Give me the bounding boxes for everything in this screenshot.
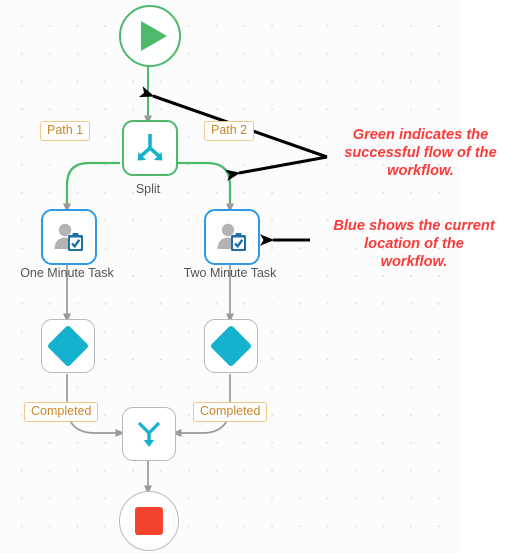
node-start[interactable]: [119, 5, 181, 67]
annotation-green-line-1: Green indicates the: [352, 127, 489, 143]
start-circle[interactable]: [119, 5, 181, 67]
edge-label-completed-right[interactable]: Completed: [193, 402, 268, 423]
join-box[interactable]: [122, 407, 176, 461]
annotation-blue-line-2: location of the: [364, 236, 464, 252]
annotation-green-line-3: workflow.: [387, 163, 454, 179]
annotation-green-note: Green indicates the successful flow of t…: [328, 126, 513, 180]
annotation-blue-note: Blue shows the current location of the w…: [318, 217, 510, 271]
diamond-icon: [209, 324, 253, 368]
edge-label-path-2[interactable]: Path 2: [204, 121, 255, 142]
node-join[interactable]: [122, 407, 176, 461]
node-label-task-right: Two Minute Task: [183, 266, 277, 280]
annotation-blue-line-3: workflow.: [380, 254, 448, 270]
node-split[interactable]: [122, 120, 178, 176]
node-decision-left[interactable]: [41, 319, 95, 373]
user-task-icon: [54, 223, 83, 251]
node-label-split: Split: [135, 182, 161, 196]
node-decision-right[interactable]: [204, 319, 258, 373]
join-arrows-icon: [137, 421, 161, 447]
node-label-task-left: One Minute Task: [20, 266, 114, 280]
edge-label-path-1[interactable]: Path 1: [40, 121, 91, 142]
node-task-right[interactable]: [204, 209, 260, 265]
annotation-blue-line-1: Blue shows the current: [333, 218, 495, 234]
split-arrows-icon: [137, 134, 163, 161]
annotation-green-line-2: successful flow of the: [344, 145, 497, 161]
play-icon: [140, 21, 167, 51]
user-task-icon: [217, 223, 246, 251]
workflow-diagram: Split Path 1 Path 2 One Minute Task Two …: [0, 0, 516, 553]
split-box[interactable]: [122, 120, 178, 176]
stop-icon: [135, 507, 163, 535]
end-circle[interactable]: [119, 491, 179, 551]
node-end[interactable]: [119, 491, 179, 551]
task-right-box[interactable]: [204, 209, 260, 265]
decision-left-box[interactable]: [41, 319, 95, 373]
edge-label-completed-left[interactable]: Completed: [24, 402, 99, 423]
decision-right-box[interactable]: [204, 319, 258, 373]
node-task-left[interactable]: [41, 209, 97, 265]
task-left-box[interactable]: [41, 209, 97, 265]
diamond-icon: [46, 324, 90, 368]
